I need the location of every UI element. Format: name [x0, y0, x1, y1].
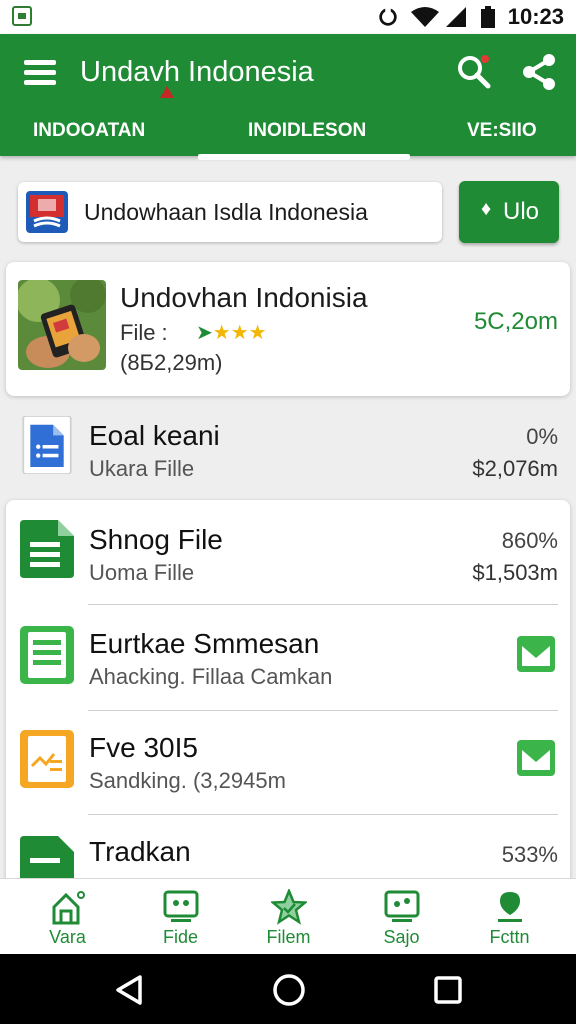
tab-indicator — [198, 154, 410, 160]
upload-button-label: Ulo — [503, 198, 540, 225]
divider — [88, 604, 558, 605]
mail-icon[interactable] — [517, 636, 555, 672]
divider — [88, 710, 558, 711]
chart-file-icon — [20, 730, 74, 788]
spreadsheet-icon — [20, 520, 74, 578]
menu-icon[interactable] — [24, 58, 56, 86]
spreadsheet-icon — [20, 836, 74, 878]
search-text: Undowhaan Isdla Indonesia — [84, 199, 368, 225]
upload-button[interactable]: ♦ Ulo — [459, 181, 559, 243]
cursor-marker — [160, 86, 174, 98]
status-bar: 10:23 — [0, 0, 576, 34]
row-title: Tradkan — [89, 836, 191, 867]
tab-indooatan[interactable]: INDOOATAN — [33, 120, 145, 142]
featured-amount: 5C,2om — [473, 308, 558, 335]
featured-title: Undovhan Indonisia — [120, 282, 368, 313]
battery-icon — [481, 6, 495, 28]
spreadsheet-icon — [20, 626, 74, 684]
list-item[interactable]: Eurtkae Smmesan Ahacking. Fillaa Camkan — [0, 612, 576, 708]
nav-label: Sajo — [383, 927, 420, 947]
files-icon — [163, 890, 199, 922]
row-amount: $2,076m — [472, 456, 558, 481]
signal-icon — [446, 7, 466, 27]
featured-meta-label: File : — [120, 320, 168, 345]
list-item[interactable]: Eoal keani Ukara Fille 0% $2,076m — [0, 404, 576, 496]
star-icon — [271, 889, 307, 925]
row-title: Shnog File — [89, 524, 223, 555]
nav-label: Vara — [49, 927, 86, 947]
share-icon[interactable] — [522, 54, 556, 90]
home-icon — [52, 891, 85, 925]
upload-icon: ♦ — [481, 198, 492, 220]
rating-stars: ➤★★★ — [196, 322, 267, 344]
doc-icon — [22, 416, 72, 474]
back-icon[interactable] — [114, 974, 144, 1006]
row-percent: 860% — [501, 528, 558, 553]
clock: 10:23 — [507, 4, 564, 29]
nav-item-sajo[interactable]: Sajo — [344, 879, 459, 955]
wifi-icon — [411, 7, 439, 27]
row-title: Eoal keani — [89, 420, 220, 451]
search-icon[interactable] — [456, 54, 492, 90]
row-subtitle: Uoma Fille — [89, 560, 195, 585]
nav-label: Filem — [266, 927, 311, 947]
search-field[interactable]: Undowhaan Isdla Indonesia — [18, 182, 442, 242]
gallery-icon — [12, 6, 32, 26]
row-subtitle: Ukara Fille — [89, 456, 195, 481]
app-bar: Undavh Indonesia INDOOATAN INOIDLESON VE… — [0, 34, 576, 160]
sync-icon — [379, 7, 397, 26]
indonesia-flag-icon — [26, 191, 68, 233]
list-item[interactable]: Shnog File Uoma Fille 860% $1,503m — [0, 508, 576, 604]
recents-icon[interactable] — [434, 976, 462, 1004]
row-percent: 533% — [501, 842, 558, 867]
featured-item[interactable]: Undovhan Indonisia File : ➤★★★ (8Б2,29m)… — [6, 262, 570, 396]
bottom-navigation: Vara Fide Filem Sajo Fcttn — [0, 878, 576, 955]
device-icon — [384, 890, 420, 922]
row-percent: 0% — [526, 424, 558, 449]
system-navigation-bar — [0, 954, 576, 1024]
tab-vesiio[interactable]: VE:SIIO — [467, 120, 537, 142]
location-icon — [498, 892, 522, 922]
row-subtitle: Sandking. (3,2945m — [89, 768, 286, 793]
nav-item-filem[interactable]: Filem — [231, 879, 346, 955]
nav-label: Fide — [162, 927, 198, 947]
nav-item-fcttn[interactable]: Fcttn — [452, 879, 567, 955]
featured-thumbnail — [18, 280, 106, 370]
list-item[interactable]: Fve 30I5 Sandking. (3,2945m — [0, 716, 576, 812]
list-item[interactable]: Tradkan 533% — [0, 822, 576, 878]
row-subtitle: Ahacking. Fillaa Camkan — [89, 664, 333, 689]
nav-item-vara[interactable]: Vara — [10, 879, 125, 955]
divider — [88, 814, 558, 815]
home-circle-icon[interactable] — [272, 973, 306, 1007]
row-title: Eurtkae Smmesan — [89, 628, 320, 659]
nav-item-fide[interactable]: Fide — [123, 879, 238, 955]
row-title: Fve 30I5 — [89, 732, 198, 763]
nav-label: Fcttn — [489, 927, 530, 947]
mail-icon[interactable] — [517, 740, 555, 776]
tab-inoidleson[interactable]: INOIDLESON — [248, 120, 366, 142]
app-title: Undavh Indonesia — [80, 56, 314, 88]
row-amount: $1,503m — [472, 560, 558, 585]
featured-size: (8Б2,29m) — [120, 350, 223, 375]
